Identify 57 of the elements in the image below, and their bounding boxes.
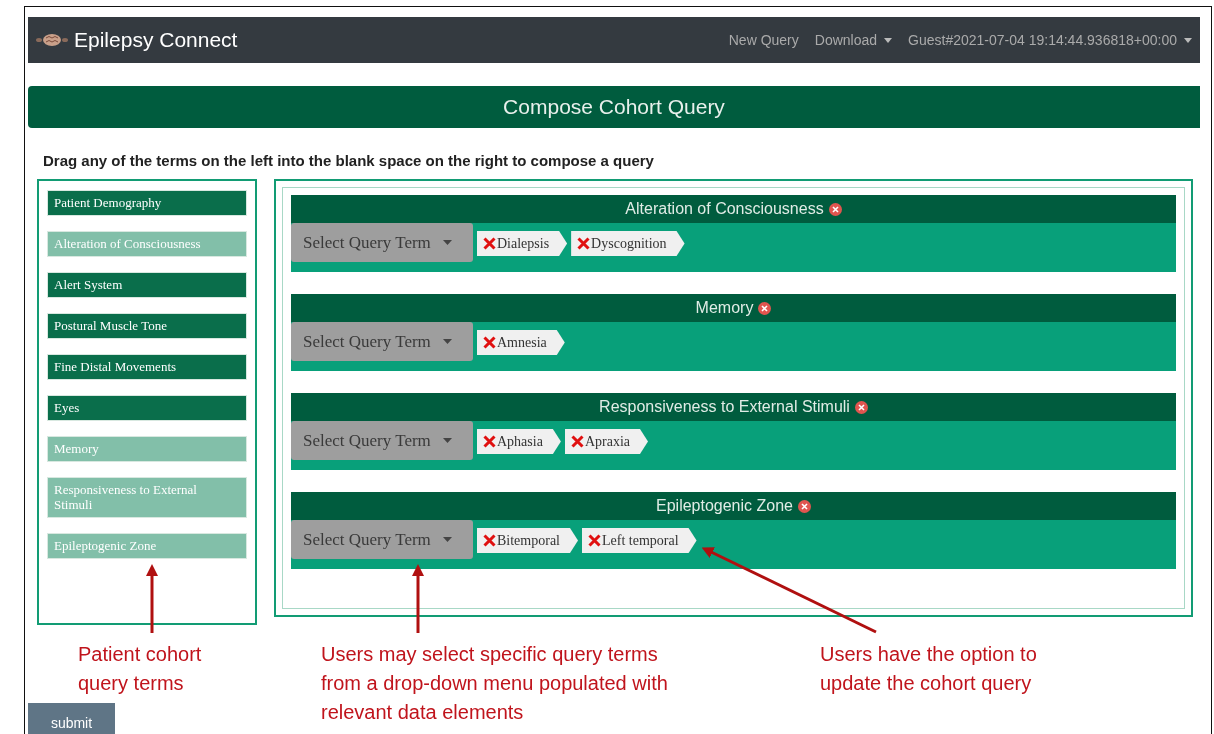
close-icon[interactable] <box>828 202 842 216</box>
annotation-arrow <box>146 564 158 633</box>
tag-label: Apraxia <box>584 433 630 450</box>
annotation-text: Patient cohort query terms <box>78 642 203 696</box>
term-item[interactable]: Fine Distal Movements <box>47 354 247 380</box>
instruction-text: Drag any of the terms on the left into the blank space on the right to compose a query <box>43 152 655 169</box>
submit-button[interactable]: submit <box>28 703 115 734</box>
tag-label: Aphasia <box>497 433 543 450</box>
remove-icon[interactable] <box>483 534 496 547</box>
nav-link[interactable]: New Query <box>728 32 799 48</box>
query-tag[interactable]: Apraxia <box>564 429 648 454</box>
term-item[interactable]: Postural Muscle Tone <box>47 313 247 339</box>
annotation-text: Users may select specific query terms from a drop-down menu populated with relevant data elements <box>321 642 669 725</box>
remove-icon[interactable] <box>483 237 496 250</box>
remove-icon[interactable] <box>570 435 584 448</box>
select-dropdown[interactable]: Select Query Term <box>291 520 473 559</box>
query-tag[interactable]: Bitemporal <box>477 528 578 553</box>
close-icon[interactable] <box>854 400 868 414</box>
remove-icon[interactable] <box>588 534 601 547</box>
group-title: Epileptogenic Zone <box>656 497 793 515</box>
page-title: Compose Cohort Query <box>28 86 1200 128</box>
annotation-text: Users have the option to update the cohort query <box>820 642 1038 696</box>
tag-label: Dialepsis <box>497 235 550 252</box>
close-icon[interactable] <box>798 499 811 513</box>
caret-icon <box>442 339 452 344</box>
close-icon[interactable] <box>758 301 772 315</box>
tag-label: Bitemporal <box>497 532 560 549</box>
term-item[interactable]: Alert System <box>47 272 247 298</box>
caret-icon <box>1184 37 1192 43</box>
remove-icon[interactable] <box>483 336 496 349</box>
select-dropdown[interactable]: Select Query Term <box>291 322 473 361</box>
query-tag[interactable]: Left temporal <box>582 528 697 553</box>
select-dropdown[interactable]: Select Query Term <box>291 421 473 460</box>
query-tag[interactable]: Dialepsis <box>477 231 568 256</box>
tag-label: Amnesia <box>497 334 547 351</box>
query-tag[interactable]: Dyscognition <box>571 231 685 256</box>
group-title: Memory <box>695 299 754 317</box>
tag-label: Left temporal <box>602 532 679 549</box>
annotation-arrow <box>412 564 424 633</box>
nav-link[interactable]: Guest#2021-07-04 19:14:44.936818+00:00 <box>908 32 1192 48</box>
term-item[interactable]: Patient Demography <box>47 190 247 216</box>
caret-icon <box>442 537 452 542</box>
brain-icon <box>34 33 70 47</box>
term-item[interactable]: Eyes <box>47 395 247 421</box>
group-title: Alteration of Consciousness <box>625 200 824 218</box>
caret-icon <box>442 438 452 443</box>
query-tag[interactable]: Aphasia <box>477 429 561 454</box>
caret-icon <box>884 37 893 43</box>
app-title[interactable]: Epilepsy Connect <box>74 28 238 52</box>
remove-icon[interactable] <box>483 435 496 448</box>
select-dropdown[interactable]: Select Query Term <box>291 223 473 262</box>
tag-label: Dyscognition <box>591 235 667 252</box>
group-title: Responsiveness to External Stimuli <box>599 398 850 416</box>
caret-icon <box>442 240 452 245</box>
query-tag[interactable]: Amnesia <box>477 330 565 355</box>
nav-link[interactable]: Download <box>814 32 893 48</box>
remove-icon[interactable] <box>577 237 591 250</box>
